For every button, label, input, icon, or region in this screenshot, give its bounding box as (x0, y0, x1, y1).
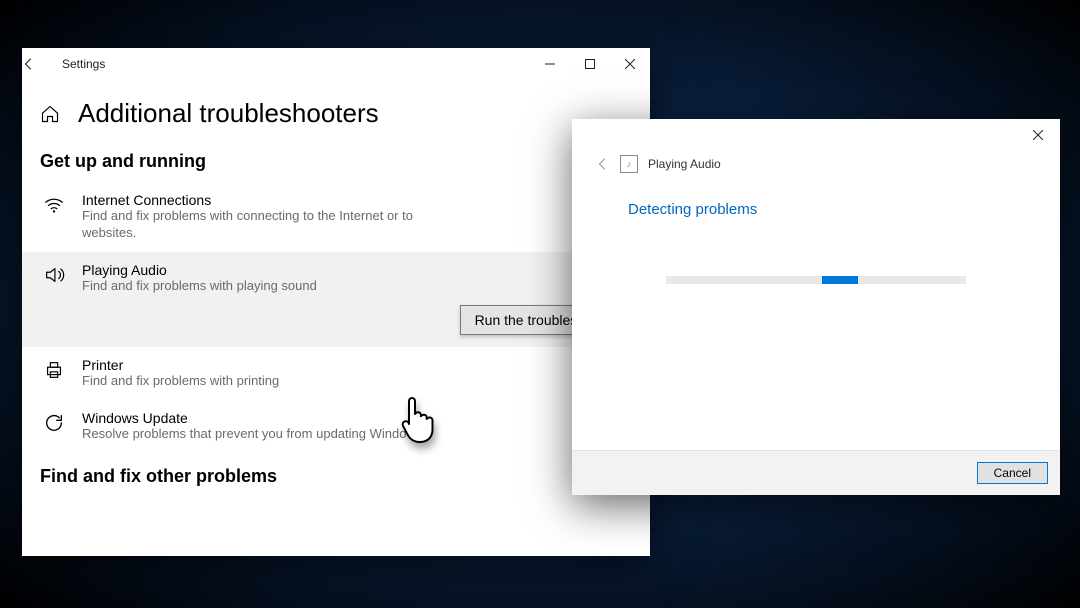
dialog-close-button[interactable] (1016, 119, 1060, 151)
troubleshooter-playing-audio[interactable]: Playing Audio Find and fix problems with… (22, 252, 650, 305)
dialog-status: Detecting problems (628, 201, 1060, 218)
troubleshooter-desc: Find and fix problems with printing (82, 373, 279, 390)
cancel-button[interactable]: Cancel (977, 462, 1048, 484)
back-button[interactable] (22, 57, 62, 71)
troubleshooter-printer[interactable]: Printer Find and fix problems with print… (22, 347, 650, 400)
titlebar: Settings (22, 48, 650, 80)
page-title: Additional troubleshooters (78, 98, 379, 129)
section-find-and-fix: Find and fix other problems (40, 466, 650, 487)
progress-bar (666, 276, 966, 284)
troubleshooter-desc: Find and fix problems with playing sound (82, 278, 317, 295)
dialog-header: ♪ Playing Audio (572, 119, 1060, 173)
settings-window: Settings Additional troubleshooters Get … (22, 48, 650, 556)
wifi-icon (43, 194, 65, 242)
troubleshooter-desc: Find and fix problems with connecting to… (82, 208, 462, 242)
dialog-app-icon: ♪ (620, 155, 638, 173)
dialog-footer: Cancel (572, 450, 1060, 495)
page-header: Additional troubleshooters (22, 80, 650, 137)
dialog-title: Playing Audio (648, 157, 721, 171)
troubleshooter-name: Internet Connections (82, 192, 462, 208)
troubleshooter-name: Playing Audio (82, 262, 317, 278)
troubleshooter-desc: Resolve problems that prevent you from u… (82, 426, 426, 443)
speaker-icon (43, 264, 65, 295)
home-icon[interactable] (40, 104, 60, 124)
dialog-back-icon (596, 157, 610, 171)
run-button-row: Run the troubleshooter (22, 305, 650, 347)
troubleshooter-name: Printer (82, 357, 279, 373)
progress-indicator (822, 276, 858, 284)
troubleshooter-windows-update[interactable]: Windows Update Resolve problems that pre… (22, 400, 650, 453)
close-button[interactable] (610, 48, 650, 80)
printer-icon (43, 359, 65, 390)
section-get-up-and-running: Get up and running (40, 151, 650, 172)
troubleshooter-list: Internet Connections Find and fix proble… (22, 182, 650, 452)
troubleshooter-internet-connections[interactable]: Internet Connections Find and fix proble… (22, 182, 650, 252)
troubleshooter-name: Windows Update (82, 410, 426, 426)
window-title: Settings (62, 57, 530, 71)
troubleshooter-dialog: ♪ Playing Audio Detecting problems Cance… (572, 119, 1060, 495)
refresh-icon (43, 412, 65, 443)
maximize-button[interactable] (570, 48, 610, 80)
cursor-pointer-icon (398, 394, 440, 446)
minimize-button[interactable] (530, 48, 570, 80)
